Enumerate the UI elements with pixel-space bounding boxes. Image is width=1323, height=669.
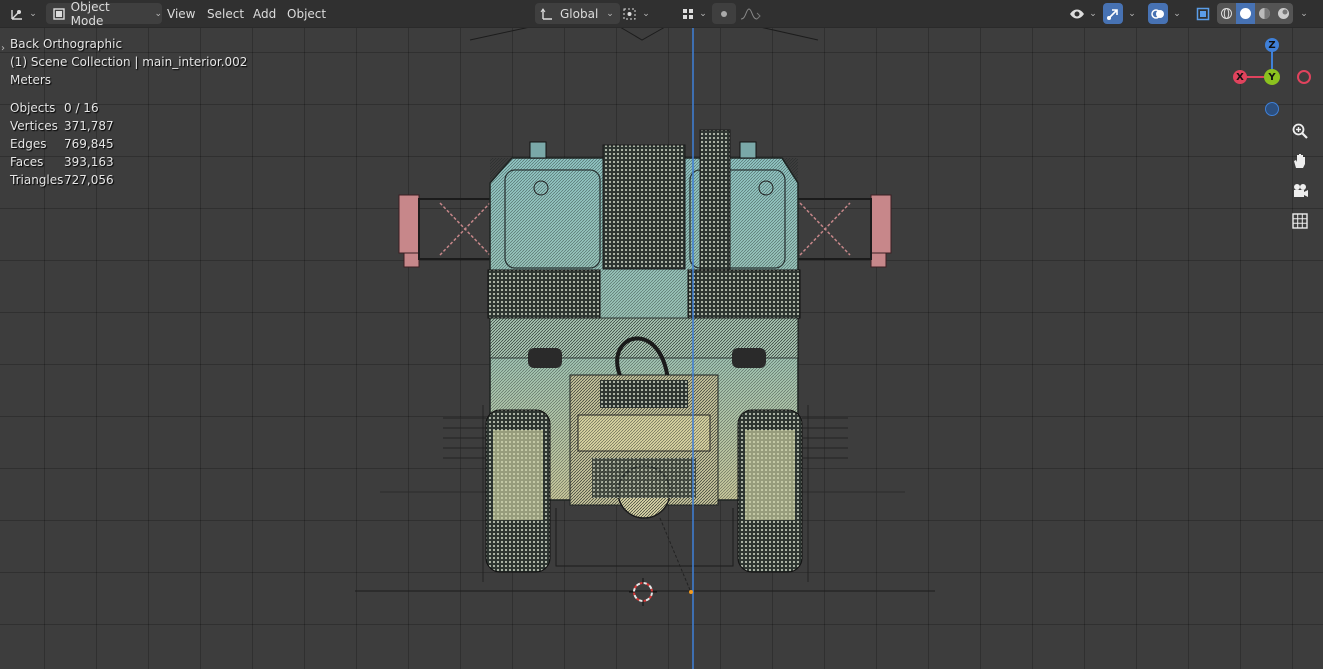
hand-icon bbox=[1294, 154, 1305, 168]
gizmo-neg-z-axis[interactable] bbox=[1265, 102, 1279, 116]
stat-row: Vertices 371,787 bbox=[10, 119, 114, 133]
menu-object[interactable]: Object bbox=[280, 3, 333, 24]
view-name: Back Orthographic bbox=[10, 37, 123, 51]
viewport-header: ⌄ Object Mode ⌄ View Select Add Object G… bbox=[0, 0, 1323, 28]
chevron-down-icon: ⌄ bbox=[29, 8, 37, 19]
gizmo-y-axis[interactable]: Y bbox=[1264, 69, 1280, 85]
transform-orientation-dropdown[interactable]: Global ⌄ bbox=[535, 3, 620, 24]
camera-icon bbox=[1294, 184, 1308, 197]
perspective-toggle-button[interactable] bbox=[1287, 208, 1313, 234]
zoom-icon bbox=[1292, 123, 1308, 139]
material-sphere-icon bbox=[1259, 8, 1270, 19]
overlay-circles-icon bbox=[1151, 8, 1164, 19]
stat-row: Faces 393,163 bbox=[10, 155, 114, 169]
chevron-down-icon: ⌄ bbox=[642, 8, 650, 19]
overlays-toggle[interactable] bbox=[1148, 3, 1168, 24]
chevron-down-icon: ⌄ bbox=[1173, 8, 1181, 19]
solid-shading-button[interactable] bbox=[1236, 3, 1255, 24]
editor-type-button[interactable]: ⌄ bbox=[6, 3, 40, 24]
stat-row: Objects 0 / 16 bbox=[10, 101, 99, 115]
viewport-info: Back Orthographic (1) Scene Collection |… bbox=[10, 35, 247, 89]
object-mode-icon bbox=[53, 7, 65, 20]
xray-icon bbox=[1196, 7, 1210, 20]
right-mirror bbox=[796, 194, 892, 268]
snap-grid-icon bbox=[683, 8, 694, 19]
sidebar-expand-arrow-icon[interactable]: › bbox=[1, 43, 5, 54]
gizmo-x-axis[interactable]: X bbox=[1233, 70, 1247, 84]
shading-mode-group bbox=[1217, 3, 1293, 24]
gizmo-neg-x-axis[interactable] bbox=[1297, 70, 1311, 84]
left-mirror bbox=[398, 194, 494, 268]
mode-label: Object Mode bbox=[70, 0, 110, 28]
orientation-label: Global bbox=[560, 6, 599, 21]
snap-target-button[interactable]: ⌄ bbox=[677, 3, 711, 24]
visibility-button[interactable]: ⌄ bbox=[1066, 3, 1100, 24]
falloff-curve-icon bbox=[740, 7, 761, 19]
menu-select[interactable]: Select bbox=[200, 3, 251, 24]
3d-viewport[interactable] bbox=[0, 0, 1323, 669]
solid-sphere-icon bbox=[1240, 8, 1251, 19]
pan-button[interactable] bbox=[1287, 148, 1313, 174]
stat-row: Triangles 727,056 bbox=[10, 173, 114, 187]
falloff-button[interactable] bbox=[737, 3, 765, 24]
menu-view[interactable]: View bbox=[160, 3, 202, 24]
orientation-icon bbox=[540, 7, 552, 20]
shading-dropdown[interactable]: ⌄ bbox=[1296, 3, 1312, 24]
eye-icon bbox=[1070, 9, 1085, 18]
proportional-dot-icon bbox=[721, 10, 727, 17]
chevron-down-icon: ⌄ bbox=[1300, 8, 1308, 19]
camera-view-button[interactable] bbox=[1287, 178, 1313, 204]
mode-dropdown[interactable]: Object Mode ⌄ bbox=[46, 0, 162, 28]
truck-model bbox=[355, 26, 935, 669]
proportional-editing-toggle[interactable] bbox=[712, 3, 736, 24]
grid-icon bbox=[1292, 213, 1308, 229]
zoom-button[interactable] bbox=[1287, 118, 1313, 144]
left-wheel bbox=[485, 409, 551, 573]
units-label: Meters bbox=[10, 73, 52, 87]
stat-row: Edges 769,845 bbox=[10, 137, 114, 151]
material-shading-button[interactable] bbox=[1255, 3, 1274, 24]
gizmo-arrow-icon bbox=[1107, 8, 1118, 20]
chevron-down-icon: ⌄ bbox=[699, 8, 707, 19]
axes-icon bbox=[11, 9, 23, 20]
menu-add[interactable]: Add bbox=[246, 3, 283, 24]
wireframe-sphere-icon bbox=[1221, 8, 1232, 19]
right-wheel bbox=[737, 409, 803, 573]
gizmo-toggle[interactable] bbox=[1103, 3, 1123, 24]
chevron-down-icon: ⌄ bbox=[1128, 8, 1136, 19]
collection-label: (1) Scene Collection | main_interior.002 bbox=[10, 55, 248, 69]
xray-toggle[interactable] bbox=[1193, 3, 1213, 24]
chevron-down-icon: ⌄ bbox=[1089, 8, 1097, 19]
rendered-shading-button[interactable] bbox=[1274, 3, 1293, 24]
wireframe-shading-button[interactable] bbox=[1217, 3, 1236, 24]
chevron-down-icon: ⌄ bbox=[606, 8, 614, 19]
gizmo-z-axis[interactable]: Z bbox=[1265, 38, 1279, 52]
3d-cursor bbox=[629, 578, 657, 606]
overlays-dropdown[interactable]: ⌄ bbox=[1169, 3, 1185, 24]
pivot-point-button[interactable]: ⌄ bbox=[621, 3, 651, 24]
rendered-sphere-icon bbox=[1278, 8, 1289, 19]
scene-statistics: Objects 0 / 16 Vertices 371,787 Edges 769,8… bbox=[10, 99, 114, 189]
pivot-icon bbox=[623, 8, 636, 19]
gizmo-dropdown[interactable]: ⌄ bbox=[1124, 3, 1140, 24]
